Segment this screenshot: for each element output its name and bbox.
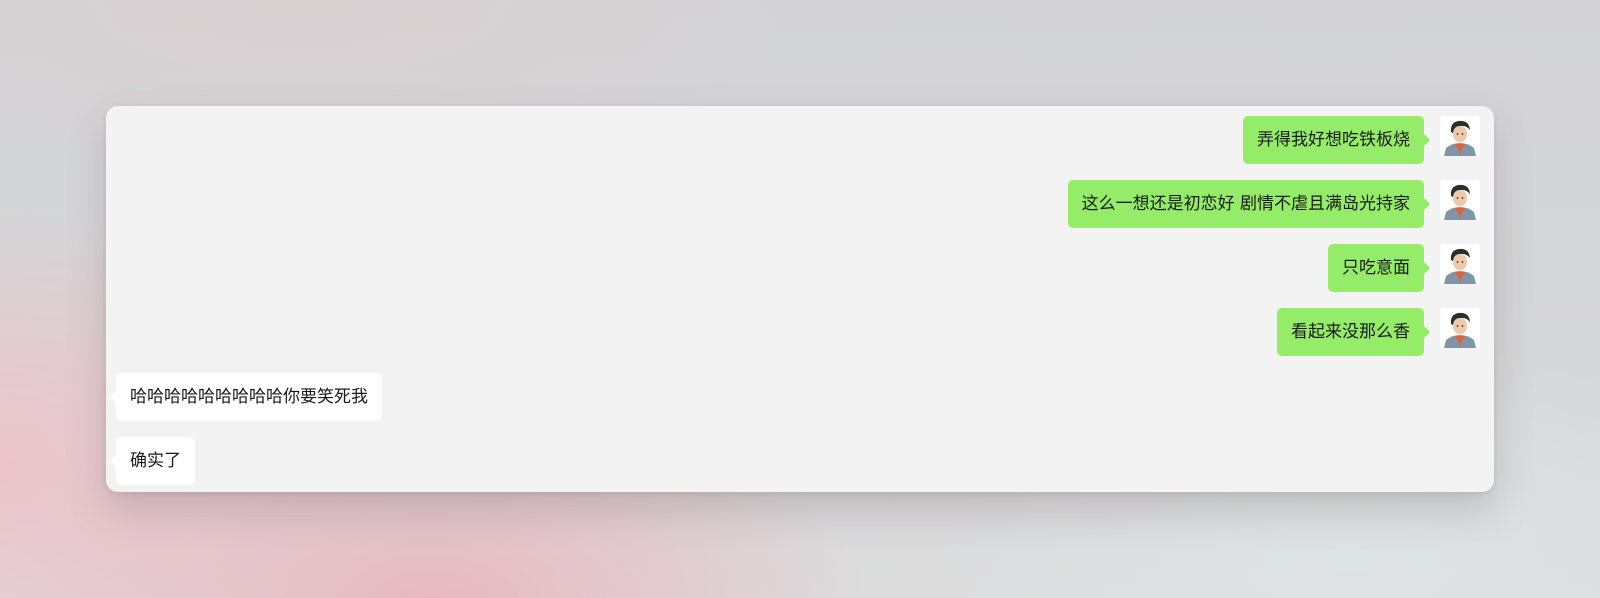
sent-message-bubble[interactable]: 只吃意面 <box>1328 244 1430 292</box>
message-row-received: 哈哈哈哈哈哈哈哈哈你要笑死我 <box>106 373 1494 421</box>
received-message-bubble[interactable]: 哈哈哈哈哈哈哈哈哈你要笑死我 <box>110 373 382 421</box>
message-row-sent: 只吃意面 <box>106 244 1494 292</box>
sent-message-bubble[interactable]: 看起来没那么香 <box>1277 308 1430 356</box>
user-avatar[interactable] <box>1440 116 1480 156</box>
user-avatar[interactable] <box>1440 180 1480 220</box>
chat-window: 弄得我好想吃铁板烧 这么一想还是初恋好 剧情不虐且满岛光持家 只吃意面 看起来没… <box>106 106 1494 492</box>
message-row-sent: 这么一想还是初恋好 剧情不虐且满岛光持家 <box>106 180 1494 228</box>
sent-message-bubble[interactable]: 弄得我好想吃铁板烧 <box>1243 116 1430 164</box>
message-row-received: 确实了 <box>106 437 1494 485</box>
user-avatar[interactable] <box>1440 308 1480 348</box>
sent-message-bubble[interactable]: 这么一想还是初恋好 剧情不虐且满岛光持家 <box>1067 180 1431 228</box>
message-row-sent: 弄得我好想吃铁板烧 <box>106 116 1494 164</box>
received-message-bubble[interactable]: 确实了 <box>110 437 195 485</box>
message-row-sent: 看起来没那么香 <box>106 308 1494 356</box>
user-avatar[interactable] <box>1440 244 1480 284</box>
